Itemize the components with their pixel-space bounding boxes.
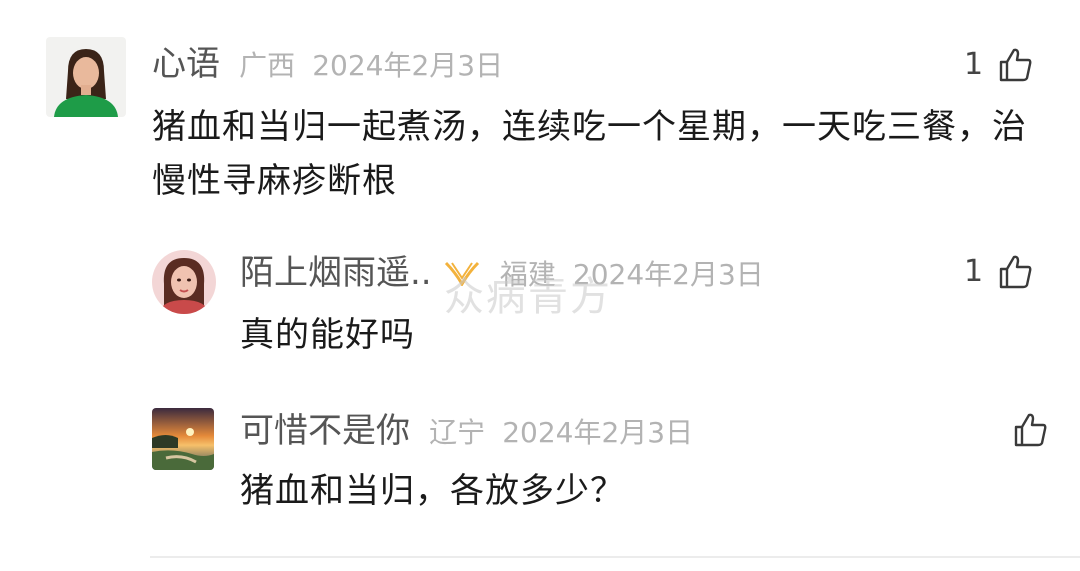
like-count: 1 (964, 47, 984, 82)
reply-meta: 陌上烟雨遥.. 福建 2024年2月3日 (240, 256, 764, 290)
username[interactable]: 陌上烟雨遥.. (240, 253, 432, 293)
vip-badge-icon (443, 260, 481, 286)
username[interactable]: 心语 (152, 44, 220, 84)
reply-date: 2024年2月3日 (502, 416, 694, 449)
location-label: 辽宁 (429, 416, 486, 449)
comment-date: 2024年2月3日 (312, 49, 504, 82)
thumbs-up-icon (999, 255, 1032, 289)
like-button[interactable] (998, 410, 1048, 450)
avatar-image (152, 250, 216, 314)
avatar[interactable] (46, 37, 126, 117)
avatar[interactable] (152, 250, 216, 314)
avatar-image (46, 37, 126, 117)
avatar[interactable] (152, 408, 214, 470)
location-label: 广西 (239, 49, 296, 82)
thumbs-up-icon (999, 48, 1032, 82)
divider (150, 556, 1080, 558)
like-count: 1 (964, 254, 984, 289)
reply-meta: 可惜不是你 辽宁 2024年2月3日 (240, 414, 693, 448)
thumbs-up-icon (1014, 413, 1047, 447)
comment-text: 猪血和当归一起煮汤，连续吃一个星期，一天吃三餐，治慢性寻麻疹断根 (152, 107, 1027, 201)
comment-meta: 心语 广西 2024年2月3日 (152, 47, 503, 81)
reply-date: 2024年2月3日 (572, 258, 764, 291)
location-label: 福建 (499, 258, 556, 291)
username[interactable]: 可惜不是你 (240, 411, 410, 451)
like-button[interactable]: 1 (964, 45, 1033, 85)
reply-text: 真的能好吗 (240, 315, 415, 355)
comment-thread: 心语 广西 2024年2月3日 1 猪血和当归一起煮汤，连续吃一个星期，一天吃三… (0, 0, 1080, 571)
avatar-image (152, 408, 214, 470)
like-button[interactable]: 1 (964, 252, 1033, 292)
reply-text: 猪血和当归，各放多少？ (240, 471, 625, 511)
